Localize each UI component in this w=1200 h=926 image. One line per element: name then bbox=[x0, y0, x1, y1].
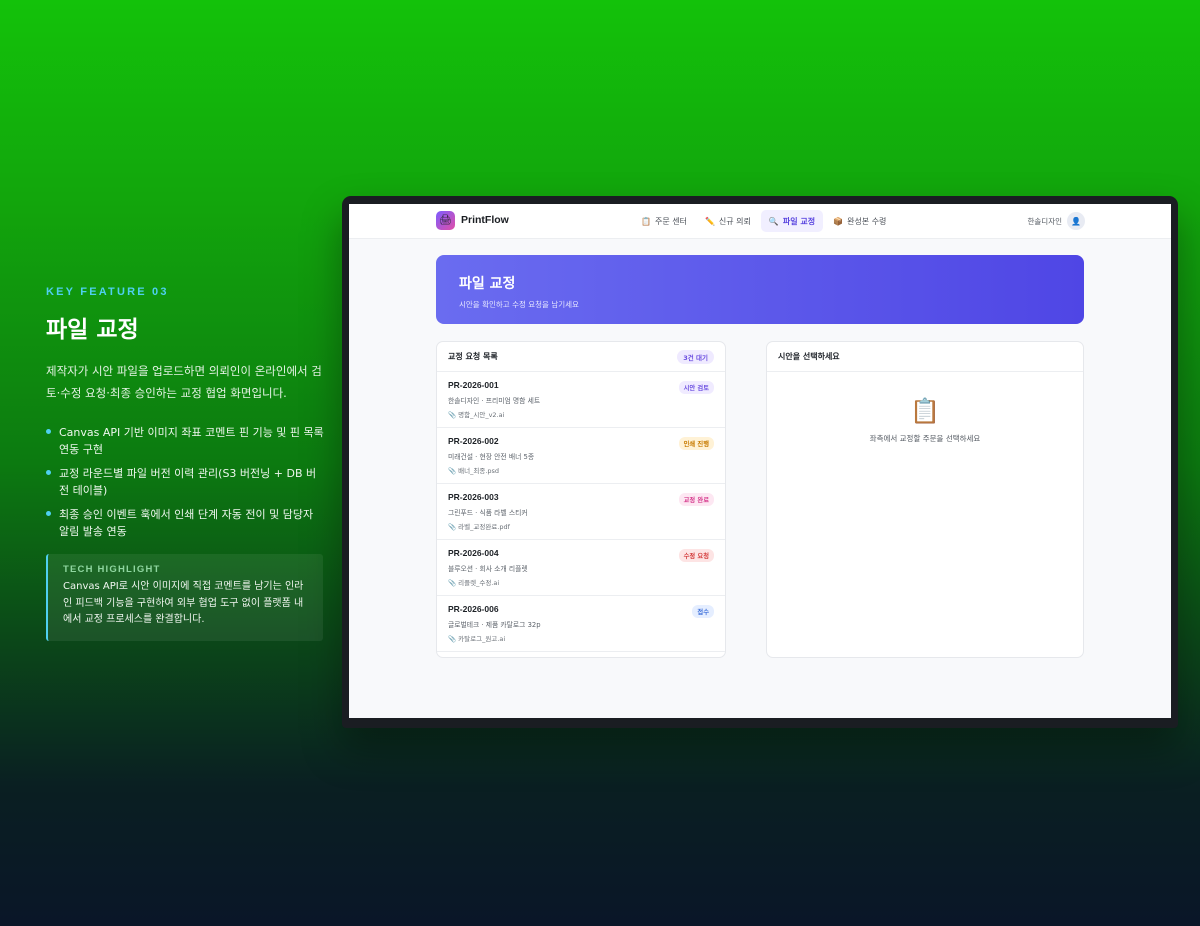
list-item[interactable]: PR-2026-004 블루오션 · 회사 소개 리플렛 📎 리플렛_수정.ai… bbox=[437, 540, 725, 596]
avatar-icon: 👤 bbox=[1067, 212, 1085, 230]
order-id: PR-2026-002 bbox=[448, 436, 499, 446]
feature-bullets: Canvas API 기반 이미지 좌표 코멘트 핀 기능 및 핀 목록 연동 … bbox=[46, 424, 326, 540]
nav-item-order-center[interactable]: 📋 주문 센터 bbox=[633, 210, 695, 232]
clipboard-icon: 📋 bbox=[641, 216, 651, 226]
status-badge: 수정 요청 bbox=[678, 549, 714, 562]
package-icon: 📦 bbox=[833, 216, 844, 226]
attachment-file: 📎 명함_시안_v2.ai bbox=[448, 411, 505, 419]
empty-state: 📋 좌측에서 교정할 주문을 선택하세요 bbox=[767, 397, 1083, 444]
order-description: 글로벌테크 · 제품 카탈로그 32p bbox=[448, 621, 541, 629]
feature-title: 파일 교정 bbox=[46, 317, 139, 343]
order-description: 그린푸드 · 식품 라벨 스티커 bbox=[448, 509, 528, 517]
list-item[interactable]: PR-2026-003 그린푸드 · 식품 라벨 스티커 📎 라벨_교정완료.p… bbox=[437, 484, 725, 540]
nav-item-label: 완성본 수령 bbox=[847, 216, 887, 226]
status-badge: 교정 완료 bbox=[678, 493, 714, 506]
nav-item-file-proofing[interactable]: 🔍 파일 교정 bbox=[760, 210, 824, 232]
page-header-banner: 파일 교정 시안을 확인하고 수정 요청을 남기세요 bbox=[436, 255, 1084, 324]
tech-highlight-title: TECH HIGHLIGHT bbox=[63, 564, 161, 575]
feature-bullet: 교정 라운드별 파일 버전 이력 관리(S3 버전닝 + DB 버전 테이블) bbox=[46, 465, 326, 499]
empty-state-text: 좌측에서 교정할 주문을 선택하세요 bbox=[869, 434, 981, 443]
brand-name[interactable]: PrintFlow bbox=[461, 214, 509, 226]
order-id: PR-2026-004 bbox=[448, 548, 499, 558]
attachment-file: 📎 카탈로그_원고.ai bbox=[448, 635, 506, 643]
order-id: PR-2026-006 bbox=[448, 604, 499, 614]
list-header: 교정 요청 목록 3건 대기 bbox=[437, 342, 725, 372]
detail-title: 시안을 선택하세요 bbox=[778, 352, 840, 361]
nav-item-new-request[interactable]: ✏️ 신규 의뢰 bbox=[697, 210, 759, 232]
nav-item-label: 신규 의뢰 bbox=[718, 216, 751, 226]
order-description: 한솔디자인 · 프리미엄 명함 세트 bbox=[448, 397, 541, 405]
nav-item-label: 주문 센터 bbox=[654, 216, 687, 226]
list-title: 교정 요청 목록 bbox=[448, 352, 498, 361]
status-badge: 접수 bbox=[692, 605, 714, 618]
proof-detail-panel: 시안을 선택하세요 📋 좌측에서 교정할 주문을 선택하세요 bbox=[766, 341, 1084, 658]
attachment-file: 📎 배너_최종.psd bbox=[448, 467, 500, 475]
nav-item-label: 파일 교정 bbox=[782, 216, 816, 226]
top-navbar: 🖨 PrintFlow 📋 주문 센터 ✏️ 신규 의뢰 🔍 파일 교정 📦 완 bbox=[349, 204, 1171, 239]
list-item[interactable]: PR-2026-001 한솔디자인 · 프리미엄 명함 세트 📎 명함_시안_v… bbox=[437, 372, 725, 428]
pending-count-badge: 3건 대기 bbox=[677, 349, 714, 364]
feature-kicker: KEY FEATURE 03 bbox=[46, 286, 169, 298]
order-id: PR-2026-003 bbox=[448, 492, 499, 502]
status-badge: 인쇄 진행 bbox=[678, 437, 714, 450]
attachment-file: 📎 리플렛_수정.ai bbox=[448, 579, 500, 587]
order-description: 미래건설 · 현장 안전 배너 5종 bbox=[448, 453, 535, 461]
list-item[interactable]: PR-2026-006 글로벌테크 · 제품 카탈로그 32p 📎 카탈로그_원… bbox=[437, 596, 725, 652]
tech-highlight-box: TECH HIGHLIGHT Canvas API로 시안 이미지에 직접 코멘… bbox=[46, 554, 323, 641]
page-title: 파일 교정 bbox=[459, 276, 516, 292]
page-subtitle: 시안을 확인하고 수정 요청을 남기세요 bbox=[459, 300, 579, 309]
printer-logo-icon[interactable]: 🖨 bbox=[436, 211, 455, 230]
user-name: 한솔디자인 bbox=[1027, 216, 1063, 226]
order-description: 블루오션 · 회사 소개 리플렛 bbox=[448, 565, 528, 573]
feature-description: 제작자가 시안 파일을 업로드하면 의뢰인이 온라인에서 검토·수정 요청·최종… bbox=[46, 364, 322, 400]
order-id: PR-2026-001 bbox=[448, 380, 499, 390]
attachment-file: 📎 라벨_교정완료.pdf bbox=[448, 523, 510, 531]
feature-panel: KEY FEATURE 03 파일 교정 제작자가 시안 파일을 업로드하면 의… bbox=[46, 286, 326, 641]
tech-highlight-body: Canvas API로 시안 이미지에 직접 코멘트를 남기는 인라인 피드백 … bbox=[63, 581, 304, 625]
user-menu[interactable]: 한솔디자인 👤 bbox=[1027, 212, 1085, 230]
magnifier-icon: 🔍 bbox=[768, 216, 779, 226]
feature-bullet: Canvas API 기반 이미지 좌표 코멘트 핀 기능 및 핀 목록 연동 … bbox=[46, 424, 326, 458]
status-badge: 시안 검토 bbox=[678, 381, 714, 394]
nav-item-delivery[interactable]: 📦 완성본 수령 bbox=[825, 210, 894, 232]
list-item[interactable]: PR-2026-002 미래건설 · 현장 안전 배너 5종 📎 배너_최종.p… bbox=[437, 428, 725, 484]
main-nav: 📋 주문 센터 ✏️ 신규 의뢰 🔍 파일 교정 📦 완성본 수령 bbox=[633, 210, 894, 232]
app-screen: 🖨 PrintFlow 📋 주문 센터 ✏️ 신규 의뢰 🔍 파일 교정 📦 완 bbox=[349, 204, 1171, 718]
pencil-icon: ✏️ bbox=[704, 216, 715, 226]
proof-request-list-panel: 교정 요청 목록 3건 대기 PR-2026-001 한솔디자인 · 프리미엄 … bbox=[436, 341, 726, 658]
device-frame: 🖨 PrintFlow 📋 주문 센터 ✏️ 신규 의뢰 🔍 파일 교정 📦 완 bbox=[342, 196, 1178, 728]
feature-bullet: 최종 승인 이벤트 훅에서 인쇄 단계 자동 전이 및 담당자 알림 발송 연동 bbox=[46, 506, 326, 540]
detail-header: 시안을 선택하세요 bbox=[767, 342, 1083, 372]
clipboard-icon: 📋 bbox=[910, 397, 940, 425]
